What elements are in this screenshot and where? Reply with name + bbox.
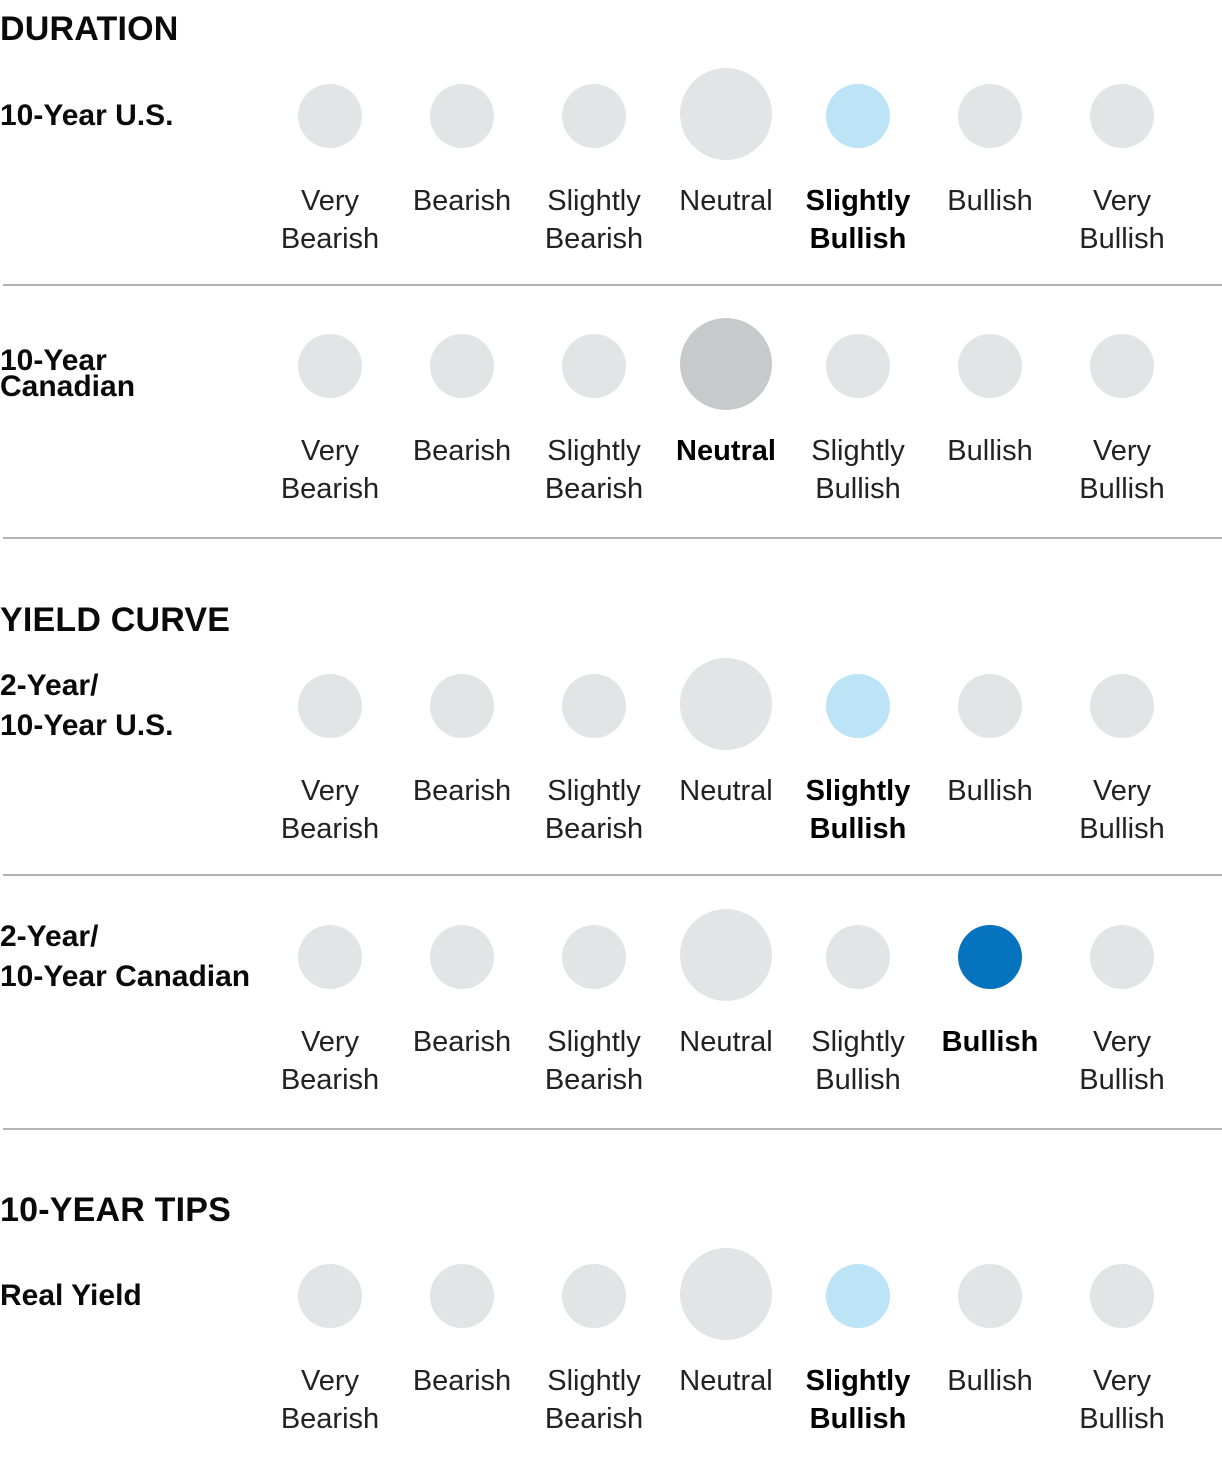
rating-dot-3 xyxy=(680,909,772,1001)
scale-label: Slightly Bullish xyxy=(805,185,911,255)
rating-dot-0 xyxy=(298,334,362,398)
rating-dot-6 xyxy=(1090,674,1154,738)
rating-dot-2 xyxy=(562,84,626,148)
scale-label: Slightly Bearish xyxy=(544,435,644,505)
scale-label: Bullish xyxy=(947,1365,1033,1397)
rating-dot-selected xyxy=(958,925,1022,989)
rating-dot-3 xyxy=(680,658,772,750)
scale-label: Neutral xyxy=(679,1026,773,1058)
scale-label: Very Bullish xyxy=(1079,1026,1165,1096)
scale-label: Bearish xyxy=(412,185,512,217)
scale-label: Very Bullish xyxy=(1079,435,1165,505)
divider xyxy=(3,1128,1222,1130)
rating-dot-3 xyxy=(680,68,772,160)
scale-label: Bullish xyxy=(947,435,1033,467)
scale-label: Neutral xyxy=(679,185,773,217)
rating-dot-6 xyxy=(1090,334,1154,398)
scale-label: Very Bearish xyxy=(280,435,380,505)
rating-dot-2 xyxy=(562,674,626,738)
rating-dot-0 xyxy=(298,925,362,989)
scale-label: Slightly Bearish xyxy=(544,185,644,255)
rating-dot-0 xyxy=(298,1264,362,1328)
rating-dot-5 xyxy=(958,1264,1022,1328)
divider xyxy=(3,537,1222,539)
scale-label: Slightly Bearish xyxy=(544,1026,644,1096)
rating-dot-1 xyxy=(430,674,494,738)
scale-label: Neutral xyxy=(676,435,776,467)
scale-label: Very Bearish xyxy=(280,1026,380,1096)
rating-dot-4 xyxy=(826,925,890,989)
rating-dot-5 xyxy=(958,334,1022,398)
rating-dot-3 xyxy=(680,1248,772,1340)
rating-dot-2 xyxy=(562,925,626,989)
scale-label: Slightly Bullish xyxy=(811,1026,905,1096)
rating-dot-1 xyxy=(430,1264,494,1328)
rating-dot-selected xyxy=(826,674,890,738)
row-label: 10-Year U.S. xyxy=(0,99,174,132)
rating-dot-0 xyxy=(298,84,362,148)
row-label: 10-Year Canadian xyxy=(0,344,136,403)
section-title-yield-curve: YIELD CURVE xyxy=(0,601,231,639)
scale-label: Very Bearish xyxy=(280,775,380,845)
divider xyxy=(3,874,1222,876)
scale-label: Very Bullish xyxy=(1079,185,1165,255)
row-label: 2-Year/ 10-Year U.S. xyxy=(0,669,174,742)
scale-label: Bullish xyxy=(947,775,1033,807)
rating-dot-6 xyxy=(1090,1264,1154,1328)
rating-dot-5 xyxy=(958,84,1022,148)
scale-label: Bearish xyxy=(412,775,512,807)
rating-dot-selected xyxy=(826,1264,890,1328)
row-label: Real Yield xyxy=(0,1279,142,1312)
scale-label: Slightly Bullish xyxy=(811,435,905,505)
scale-label: Very Bearish xyxy=(280,1365,380,1435)
divider xyxy=(3,284,1222,286)
rating-dot-2 xyxy=(562,334,626,398)
rating-dot-selected xyxy=(680,318,772,410)
section-title-10-year-tips: 10-YEAR TIPS xyxy=(0,1191,232,1229)
rating-dot-4 xyxy=(826,334,890,398)
rating-dot-1 xyxy=(430,84,494,148)
rating-dot-6 xyxy=(1090,84,1154,148)
rating-dot-2 xyxy=(562,1264,626,1328)
scale-label: Very Bullish xyxy=(1079,775,1165,845)
scale-label: Slightly Bearish xyxy=(544,775,644,845)
rating-dot-selected xyxy=(826,84,890,148)
scale-label: Bullish xyxy=(947,185,1033,217)
scale-label: Neutral xyxy=(679,1365,773,1397)
scale-label: Neutral xyxy=(679,775,773,807)
row-label: 2-Year/ 10-Year Canadian xyxy=(0,920,251,993)
rating-dot-0 xyxy=(298,674,362,738)
rating-dot-1 xyxy=(430,334,494,398)
rating-dot-1 xyxy=(430,925,494,989)
scale-label: Bearish xyxy=(412,1365,512,1397)
rating-dot-6 xyxy=(1090,925,1154,989)
scale-label: Very Bullish xyxy=(1079,1365,1165,1435)
rating-dot-5 xyxy=(958,674,1022,738)
section-title-duration: DURATION xyxy=(0,10,179,48)
scale-label: Bearish xyxy=(412,1026,512,1058)
scale-label: Very Bearish xyxy=(280,185,380,255)
scale-label: Bearish xyxy=(412,435,512,467)
scale-label: Slightly Bullish xyxy=(805,1365,911,1435)
scale-label: Slightly Bullish xyxy=(805,775,911,845)
scale-label: Bullish xyxy=(941,1026,1039,1058)
scale-label: Slightly Bearish xyxy=(544,1365,644,1435)
